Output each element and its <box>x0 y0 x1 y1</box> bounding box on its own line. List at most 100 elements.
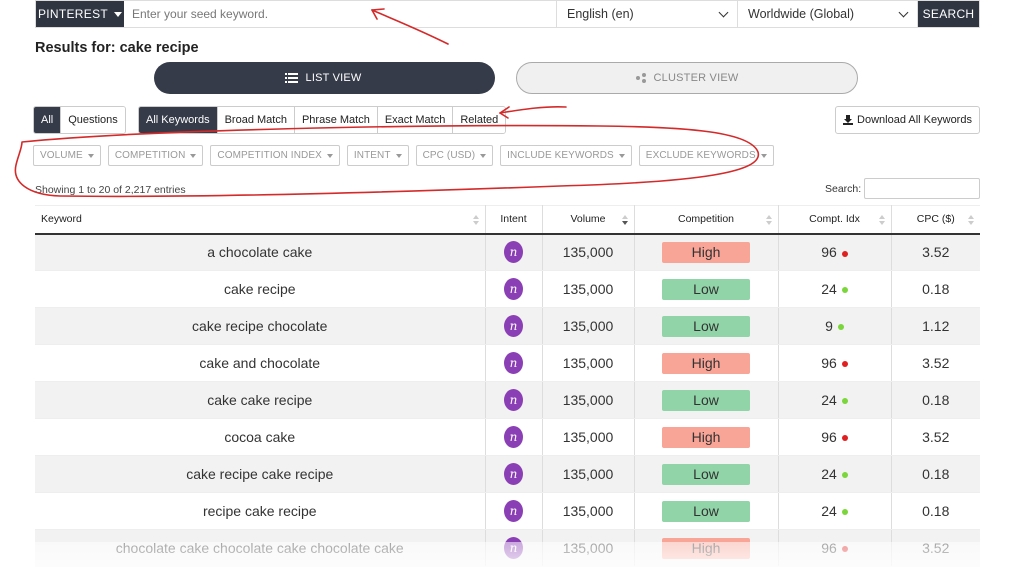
compt-idx-value: 9 <box>825 318 833 334</box>
volume-cell: 135,000 <box>542 418 635 456</box>
competition-badge: High <box>662 352 750 374</box>
download-all-button[interactable]: Download All Keywords <box>835 106 980 134</box>
status-dot-icon <box>841 250 848 257</box>
column-label: CPC ($) <box>916 213 955 226</box>
volume-cell: 135,000 <box>542 233 635 271</box>
tab-questions[interactable]: Questions <box>61 107 125 133</box>
intent-cell: n <box>485 455 543 493</box>
table-row[interactable]: cocoa cake n 135,000 High 96 3.52 <box>35 418 980 456</box>
cpc-cell: 0.18 <box>891 492 980 530</box>
sort-icon <box>968 215 974 225</box>
intent-badge: n <box>504 241 523 264</box>
search-button[interactable]: SEARCH <box>918 1 979 27</box>
filter-include-keywords[interactable]: INCLUDE KEYWORDS <box>500 145 632 166</box>
competition-cell: Low <box>634 270 779 308</box>
platform-dropdown[interactable]: PINTEREST <box>36 1 124 27</box>
table-search-input[interactable] <box>864 178 980 199</box>
status-dot-icon <box>841 361 848 368</box>
tab-all[interactable]: All <box>34 107 62 133</box>
volume-cell: 135,000 <box>542 455 635 493</box>
compt-idx-value: 96 <box>821 540 837 556</box>
tab-related[interactable]: Related <box>453 107 506 133</box>
filter-cpc[interactable]: CPC (USD) <box>415 145 494 166</box>
filter-exclude-keywords[interactable]: EXCLUDE KEYWORDS <box>638 145 774 166</box>
chevron-down-icon <box>718 7 729 17</box>
competition-cell: Low <box>634 307 779 345</box>
chevron-down-icon <box>898 7 909 17</box>
intent-cell: n <box>485 529 543 567</box>
table-search-label: Search: <box>825 183 862 195</box>
compt-idx-cell: 24 <box>778 492 892 530</box>
competition-cell: High <box>634 529 779 567</box>
caret-down-icon <box>618 153 625 158</box>
keyword-cell: cake recipe cake recipe <box>35 455 486 493</box>
caret-down-icon <box>114 11 123 17</box>
keywords-table: Keyword Intent Volume Competition Compt.… <box>35 205 980 567</box>
competition-badge: Low <box>662 389 750 411</box>
page-title: Results for: cake recipe <box>35 40 199 56</box>
status-dot-icon <box>841 509 848 516</box>
column-header-cpc[interactable]: CPC ($) <box>891 205 980 235</box>
table-row[interactable]: chocolate cake chocolate cake chocolate … <box>35 529 980 567</box>
list-view-label: LIST VIEW <box>305 72 362 84</box>
tab-broad-match[interactable]: Broad Match <box>217 107 295 133</box>
intent-cell: n <box>485 418 543 456</box>
filter-label: COMPETITION INDEX <box>217 150 322 161</box>
column-header-keyword[interactable]: Keyword <box>35 205 486 235</box>
filter-competition-index[interactable]: COMPETITION INDEX <box>210 145 340 166</box>
volume-cell: 135,000 <box>542 270 635 308</box>
table-row[interactable]: cake recipe chocolate n 135,000 Low 9 1.12 <box>35 307 980 345</box>
column-label: Volume <box>570 213 606 226</box>
region-select[interactable]: Worldwide (Global) <box>738 1 918 27</box>
table-row[interactable]: a chocolate cake n 135,000 High 96 3.52 <box>35 233 980 271</box>
compt-idx-cell: 9 <box>778 307 892 345</box>
table-row[interactable]: cake recipe n 135,000 Low 24 0.18 <box>35 270 980 308</box>
competition-badge: Low <box>662 500 750 522</box>
column-header-volume[interactable]: Volume <box>542 205 635 235</box>
caret-down-icon <box>87 153 94 158</box>
filter-competition[interactable]: COMPETITION <box>107 145 204 166</box>
platform-label: PINTEREST <box>37 7 109 21</box>
table-row[interactable]: cake recipe cake recipe n 135,000 Low 24 0.18 <box>35 455 980 493</box>
column-label: Keyword <box>41 213 82 226</box>
status-dot-icon <box>841 472 848 479</box>
table-row[interactable]: cake and chocolate n 135,000 High 96 3.52 <box>35 344 980 382</box>
filter-label: EXCLUDE KEYWORDS <box>645 150 756 161</box>
tab-phrase-match[interactable]: Phrase Match <box>294 107 378 133</box>
compt-idx-value: 24 <box>821 466 837 482</box>
compt-idx-value: 96 <box>821 429 837 445</box>
status-dot-icon <box>841 287 848 294</box>
status-dot-icon <box>841 546 848 553</box>
compt-idx-value: 96 <box>821 355 837 371</box>
keyword-cell: cake and chocolate <box>35 344 486 382</box>
competition-cell: Low <box>634 455 779 493</box>
intent-cell: n <box>485 270 543 308</box>
table-body: a chocolate cake n 135,000 High 96 3.52 cake r… <box>35 233 980 567</box>
seed-keyword-input[interactable] <box>124 1 557 27</box>
tab-all-keywords[interactable]: All Keywords <box>139 107 218 133</box>
cpc-cell: 3.52 <box>891 344 980 382</box>
competition-cell: High <box>634 233 779 271</box>
tab-exact-match[interactable]: Exact Match <box>377 107 454 133</box>
language-select[interactable]: English (en) <box>557 1 738 27</box>
filter-volume[interactable]: VOLUME <box>33 145 101 166</box>
keyword-cell: cake recipe chocolate <box>35 307 486 345</box>
table-row[interactable]: cake cake recipe n 135,000 Low 24 0.18 <box>35 381 980 419</box>
column-header-compt-idx[interactable]: Compt. Idx <box>778 205 892 235</box>
table-row[interactable]: recipe cake recipe n 135,000 Low 24 0.18 <box>35 492 980 530</box>
caret-down-icon <box>760 153 767 158</box>
keyword-cell: chocolate cake chocolate cake chocolate … <box>35 529 486 567</box>
list-view-button[interactable]: LIST VIEW <box>154 62 495 94</box>
compt-idx-cell: 24 <box>778 381 892 419</box>
compt-idx-cell: 24 <box>778 270 892 308</box>
cluster-view-button[interactable]: CLUSTER VIEW <box>516 62 858 94</box>
cpc-cell: 1.12 <box>891 307 980 345</box>
compt-idx-cell: 96 <box>778 529 892 567</box>
column-header-competition[interactable]: Competition <box>634 205 779 235</box>
caret-down-icon <box>190 153 197 158</box>
filter-intent[interactable]: INTENT <box>346 145 409 166</box>
intent-cell: n <box>485 381 543 419</box>
share-icon <box>635 73 646 83</box>
status-dot-icon <box>841 398 848 405</box>
filter-bar: VOLUME COMPETITION COMPETITION INDEX INT… <box>33 145 774 166</box>
